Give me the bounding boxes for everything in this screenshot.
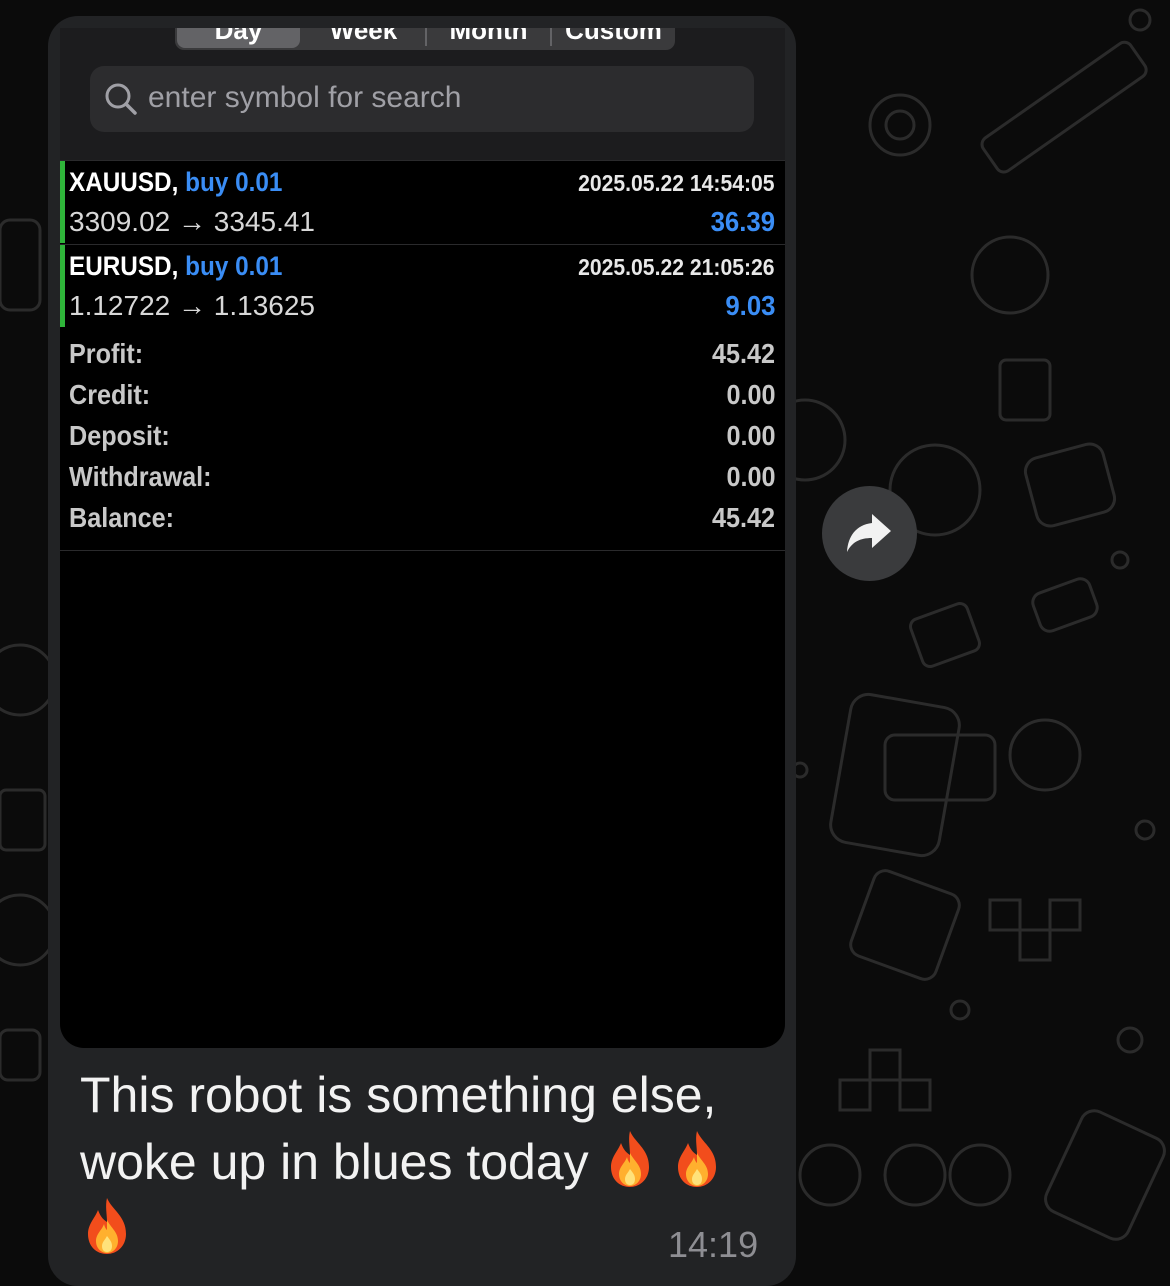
summary-row-deposit: Deposit: 0.00 (60, 410, 785, 451)
message-text: This robot is something else, woke up in… (80, 1062, 770, 1263)
search-icon (105, 83, 137, 115)
summary-label: Profit: (69, 338, 144, 369)
summary-row-credit: Credit: 0.00 (60, 369, 785, 410)
message-line: This robot is something else, (80, 1067, 717, 1123)
arrow-icon: → (178, 206, 206, 237)
summary-value: 45.42 (711, 338, 775, 369)
buy-indicator-bar (60, 161, 65, 243)
summary-value: 0.00 (725, 461, 775, 492)
forward-button[interactable] (822, 486, 917, 581)
fire-emoji-icon (88, 1198, 126, 1254)
fire-emoji-icon (610, 1131, 649, 1187)
screenshot-header: Day Week Month Custom enter symbol for s… (60, 28, 785, 160)
summary-value: 0.00 (725, 379, 775, 410)
symbol-name: XAUUSD, (69, 167, 179, 197)
summary-label: Credit: (69, 379, 151, 410)
message-line: woke up in blues today (80, 1129, 770, 1196)
buy-indicator-bar (60, 245, 65, 327)
account-summary: Profit: 45.42 Credit: 0.00 Deposit: 0.00 Wi… (60, 328, 785, 551)
tab-day: Day (177, 28, 300, 48)
tab-month: Month (449, 28, 528, 45)
symbol-name: EURUSD, (69, 251, 179, 281)
fire-emoji-icon (678, 1131, 717, 1187)
deal-profit: 9.03 (724, 290, 775, 321)
summary-value: 45.42 (711, 502, 775, 533)
deal-symbol: XAUUSD, buy 0.01 (69, 167, 282, 198)
close-price: 3345.41 (213, 206, 315, 237)
open-price: 3309.02 (69, 206, 171, 237)
deal-row: XAUUSD, buy 0.01 3309.02 → 3345.41 2025.… (60, 160, 785, 243)
deal-prices: 3309.02 → 3345.41 (69, 206, 315, 238)
summary-row-balance: Balance: 45.42 (60, 492, 785, 533)
deal-prices: 1.12722 → 1.13625 (69, 290, 315, 322)
message-line (80, 1196, 770, 1263)
summary-label: Deposit: (69, 420, 170, 451)
tab-custom: Custom (565, 28, 662, 45)
message-line-text: woke up in blues today (80, 1134, 589, 1190)
deal-side: buy 0.01 (185, 167, 283, 197)
arrow-icon: → (178, 290, 206, 321)
summary-value: 0.00 (725, 420, 775, 451)
screenshot-image: Day Week Month Custom enter symbol for s… (60, 28, 785, 1048)
summary-row-withdrawal: Withdrawal: 0.00 (60, 451, 785, 492)
forward-icon (847, 514, 891, 552)
deal-profit: 36.39 (710, 206, 775, 237)
open-price: 1.12722 (69, 290, 171, 321)
summary-row-profit: Profit: 45.42 (60, 328, 785, 369)
summary-label: Balance: (69, 502, 175, 533)
period-segmented-control: Day Week Month Custom (175, 28, 675, 50)
deal-side: buy 0.01 (185, 251, 283, 281)
deal-time: 2025.05.22 14:54:05 (578, 170, 775, 196)
tab-week: Week (329, 28, 398, 45)
deal-symbol: EURUSD, buy 0.01 (69, 251, 282, 282)
search-input: enter symbol for search (90, 66, 754, 132)
search-placeholder: enter symbol for search (148, 81, 462, 114)
deal-row: EURUSD, buy 0.01 1.12722 → 1.13625 2025.… (60, 244, 785, 327)
message-timestamp: 14:19 (668, 1224, 759, 1265)
deal-time: 2025.05.22 21:05:26 (578, 254, 775, 280)
close-price: 1.13625 (213, 290, 315, 321)
summary-label: Withdrawal: (69, 461, 212, 492)
